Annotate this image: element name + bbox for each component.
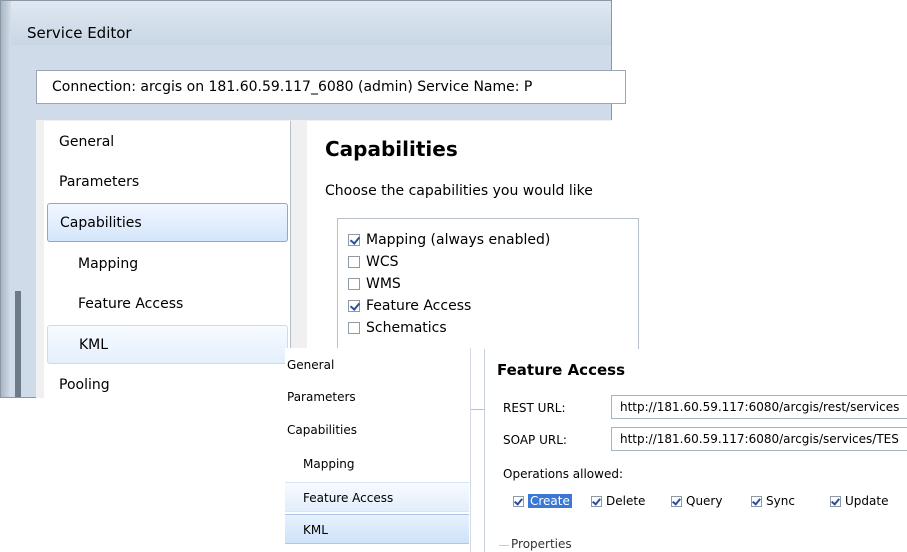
nav-item-label: KML (79, 337, 109, 353)
capabilities-heading: Capabilities (325, 137, 458, 161)
nav-item-label: Parameters (59, 174, 140, 190)
nav-item-label: General (287, 358, 335, 372)
capability-wms[interactable]: WMS (348, 273, 401, 295)
nav-item-feature-access[interactable]: Feature Access (285, 482, 469, 512)
operation-create[interactable]: Create (513, 493, 572, 509)
nav-item-label: Capabilities (287, 423, 357, 437)
operation-label: Update (845, 494, 889, 508)
rest-url-value: http://181.60.59.117:6080/arcgis/rest/se… (620, 400, 900, 414)
checkbox[interactable] (513, 496, 524, 507)
nav-item-label: Pooling (59, 377, 110, 393)
operation-label: Query (686, 494, 723, 508)
nav-item-feature-access[interactable]: Feature Access (78, 285, 183, 324)
soap-url-field[interactable]: http://181.60.59.117:6080/arcgis/service… (611, 427, 907, 451)
capability-label: Mapping (always enabled) (366, 232, 551, 248)
nav-item-kml[interactable]: KML (285, 514, 469, 544)
nav-item-parameters[interactable]: Parameters (285, 382, 356, 412)
operation-label: Delete (606, 494, 646, 508)
nav-item-label: General (59, 134, 115, 150)
rest-url-field[interactable]: http://181.60.59.117:6080/arcgis/rest/se… (611, 395, 907, 419)
checkbox[interactable] (348, 234, 360, 246)
feature-access-panel: Feature Access REST URL: http://181.60.5… (484, 349, 907, 552)
nav-item-capabilities[interactable]: Capabilities (47, 203, 288, 242)
nav-item-label: Parameters (287, 390, 356, 404)
nav-item-pooling[interactable]: Pooling (59, 366, 110, 405)
feature-access-heading: Feature Access (497, 361, 625, 379)
nav-item-label: Capabilities (60, 215, 142, 231)
checkbox[interactable] (830, 496, 841, 507)
checkbox[interactable] (348, 278, 360, 290)
capability-wcs[interactable]: WCS (348, 251, 399, 273)
nav-item-general[interactable]: General (285, 350, 334, 380)
operation-sync[interactable]: Sync (751, 493, 795, 509)
capability-label: WCS (366, 254, 399, 270)
checkbox[interactable] (348, 300, 360, 312)
operations-allowed-label: Operations allowed: (503, 467, 624, 481)
operation-label: Create (528, 494, 572, 508)
nav-item-label: Mapping (78, 256, 139, 272)
group-box-border (499, 545, 509, 546)
window-left-frame (1, 1, 11, 397)
soap-url-value: http://181.60.59.117:6080/arcgis/service… (620, 432, 899, 446)
nav-item-kml[interactable]: KML (47, 325, 288, 364)
connection-info-box: Connection: arcgis on 181.60.59.117_6080… (36, 70, 626, 104)
nav-item-capabilities[interactable]: Capabilities (285, 415, 357, 445)
nav-item-label: Feature Access (78, 296, 184, 312)
capability-feature-access[interactable]: Feature Access (348, 295, 471, 317)
rest-url-label: REST URL: (503, 401, 566, 415)
nav-item-general[interactable]: General (59, 123, 114, 162)
capability-label: WMS (366, 276, 401, 292)
nav-list-secondary: General Parameters Capabilities Mapping … (285, 348, 471, 552)
nav-item-label: KML (303, 523, 328, 537)
checkbox[interactable] (348, 322, 360, 334)
nav-item-mapping[interactable]: Mapping (285, 449, 355, 479)
operation-query[interactable]: Query (671, 493, 722, 509)
nav-item-label: Mapping (303, 457, 355, 471)
nav-item-label: Feature Access (303, 491, 394, 505)
scrollbar-fragment[interactable] (15, 291, 21, 397)
operation-delete[interactable]: Delete (591, 493, 645, 509)
nav-item-mapping[interactable]: Mapping (78, 245, 138, 284)
checkbox[interactable] (348, 256, 360, 268)
nav-list-main: General Parameters Capabilities Mapping … (44, 121, 291, 398)
soap-url-label: SOAP URL: (503, 433, 567, 447)
title-bar[interactable]: Service Editor (11, 1, 611, 45)
capability-mapping[interactable]: Mapping (always enabled) (348, 229, 550, 251)
properties-group-label: Properties (511, 537, 572, 551)
window-title: Service Editor (27, 24, 132, 42)
capability-label: Feature Access (366, 298, 472, 314)
connection-text: Connection: arcgis on 181.60.59.117_6080… (52, 79, 533, 95)
capabilities-description: Choose the capabilities you would like (325, 183, 593, 199)
checkbox[interactable] (751, 496, 762, 507)
operation-update[interactable]: Update (830, 493, 888, 509)
checkbox[interactable] (671, 496, 682, 507)
nav-item-parameters[interactable]: Parameters (59, 163, 139, 202)
operation-label: Sync (766, 494, 795, 508)
capability-schematics[interactable]: Schematics (348, 317, 447, 339)
checkbox[interactable] (591, 496, 602, 507)
capability-label: Schematics (366, 320, 447, 336)
